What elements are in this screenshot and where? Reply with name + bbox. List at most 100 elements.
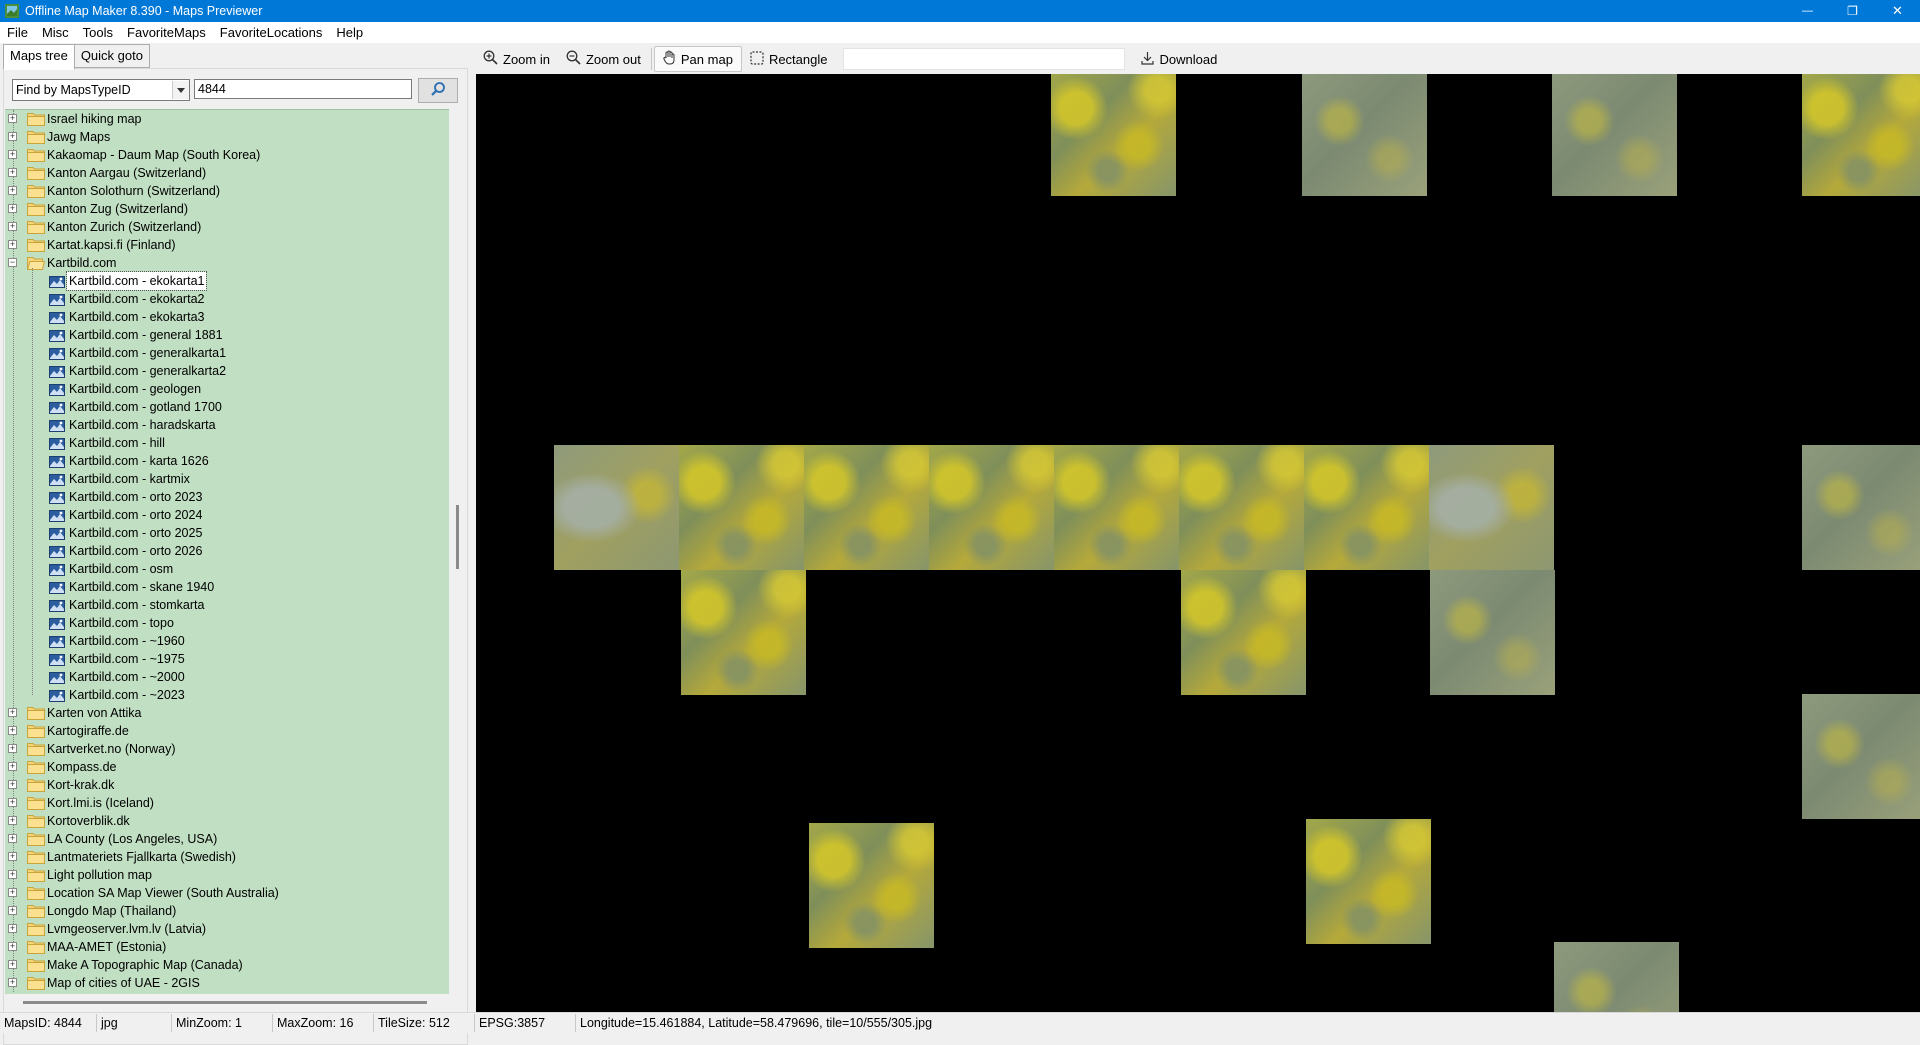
menu-favorite-locations[interactable]: FavoriteLocations (213, 22, 330, 43)
rectangle-button[interactable]: Rectangle (742, 46, 836, 72)
expand-icon[interactable]: + (8, 186, 17, 195)
download-button[interactable]: Download (1133, 46, 1225, 72)
tree-map-item[interactable]: Kartbild.com - topo (5, 614, 445, 632)
menu-file[interactable]: File (0, 22, 35, 43)
expand-icon[interactable]: + (8, 222, 17, 231)
scrollbar-thumb[interactable] (456, 505, 459, 569)
maps-tree[interactable]: + Israel hiking map + Jawg Maps + Kakaomap - … (5, 109, 449, 995)
expand-icon[interactable]: + (8, 942, 17, 951)
expand-icon[interactable]: + (8, 132, 17, 141)
expand-icon[interactable]: + (8, 906, 17, 915)
tree-map-item[interactable]: Kartbild.com - karta 1626 (5, 452, 445, 470)
tree-folder-item[interactable]: + Karten von Attika (5, 704, 445, 722)
tree-map-item[interactable]: Kartbild.com - kartmix (5, 470, 445, 488)
expand-icon[interactable]: + (8, 780, 17, 789)
tree-map-item[interactable]: Kartbild.com - ~1975 (5, 650, 445, 668)
tree-map-item[interactable]: Kartbild.com - orto 2026 (5, 542, 445, 560)
tree-folder-item[interactable]: + LA County (Los Angeles, USA) (5, 830, 445, 848)
expand-icon[interactable]: + (8, 960, 17, 969)
tree-folder-item[interactable]: + Jawg Maps (5, 128, 445, 146)
tree-map-item[interactable]: Kartbild.com - ~2023 (5, 686, 445, 704)
maximize-button[interactable]: ❐ (1830, 0, 1875, 22)
search-input[interactable] (194, 79, 412, 99)
expand-icon[interactable]: + (8, 834, 17, 843)
tree-folder-item[interactable]: + Longdo Map (Thailand) (5, 902, 445, 920)
expand-icon[interactable]: + (8, 240, 17, 249)
expand-icon[interactable]: + (8, 870, 17, 879)
expand-icon[interactable]: + (8, 798, 17, 807)
expand-icon[interactable]: + (8, 726, 17, 735)
tree-folder-item[interactable]: + MAA-AMET (Estonia) (5, 938, 445, 956)
toolbar-text-field[interactable] (843, 48, 1126, 70)
tree-folder-item[interactable]: + Make A Topographic Map (Canada) (5, 956, 445, 974)
search-button[interactable] (418, 78, 458, 103)
tree-folder-item[interactable]: + Kort-krak.dk (5, 776, 445, 794)
tree-folder-item[interactable]: + Kanton Aargau (Switzerland) (5, 164, 445, 182)
tree-folder-item[interactable]: + Map of cities of UAE - 2GIS (5, 974, 445, 992)
tree-map-item[interactable]: Kartbild.com - orto 2023 (5, 488, 445, 506)
tree-folder-item[interactable]: + Location SA Map Viewer (South Australia… (5, 884, 445, 902)
tree-folder-item[interactable]: + Light pollution map (5, 866, 445, 884)
tree-folder-item[interactable]: + Kort.lmi.is (Iceland) (5, 794, 445, 812)
tree-map-item[interactable]: Kartbild.com - generalkarta1 (5, 344, 445, 362)
tree-folder-item[interactable]: + Kartogiraffe.de (5, 722, 445, 740)
tree-vertical-scrollbar[interactable] (449, 109, 466, 994)
tree-map-item[interactable]: Kartbild.com - ekokarta2 (5, 290, 445, 308)
tree-map-item[interactable]: Kartbild.com - ~1960 (5, 632, 445, 650)
tree-folder-item[interactable]: − Kartbild.com (5, 254, 445, 272)
menu-help[interactable]: Help (329, 22, 370, 43)
tree-map-item[interactable]: Kartbild.com - orto 2025 (5, 524, 445, 542)
menu-favorite-maps[interactable]: FavoriteMaps (120, 22, 213, 43)
expand-icon[interactable]: + (8, 168, 17, 177)
close-button[interactable]: ✕ (1875, 0, 1920, 22)
expand-icon[interactable]: + (8, 744, 17, 753)
tree-map-item[interactable]: Kartbild.com - geologen (5, 380, 445, 398)
tree-map-item[interactable]: Kartbild.com - hill (5, 434, 445, 452)
tree-folder-item[interactable]: + Israel hiking map (5, 110, 445, 128)
tree-map-item[interactable]: Kartbild.com - orto 2024 (5, 506, 445, 524)
map-view[interactable] (476, 74, 1920, 1012)
tab-quick-goto[interactable]: Quick goto (73, 44, 150, 68)
tree-map-item[interactable]: Kartbild.com - ekokarta3 (5, 308, 445, 326)
tree-folder-item[interactable]: + Kartat.kapsi.fi (Finland) (5, 236, 445, 254)
tab-maps-tree[interactable]: Maps tree (3, 44, 75, 70)
zoom-out-button[interactable]: Zoom out (558, 46, 649, 72)
tree-folder-item[interactable]: + Kartverket.no (Norway) (5, 740, 445, 758)
tree-horizontal-scrollbar[interactable] (5, 994, 449, 1011)
tree-folder-item[interactable]: + Kortoverblik.dk (5, 812, 445, 830)
menu-misc[interactable]: Misc (35, 22, 76, 43)
expand-icon[interactable]: + (8, 204, 17, 213)
find-mode-select[interactable]: Find by MapsTypeID (12, 79, 190, 101)
tree-map-item[interactable]: Kartbild.com - haradskarta (5, 416, 445, 434)
tree-folder-item[interactable]: + Kanton Zug (Switzerland) (5, 200, 445, 218)
expand-icon[interactable]: + (8, 762, 17, 771)
tree-map-item[interactable]: Kartbild.com - generalkarta2 (5, 362, 445, 380)
collapse-icon[interactable]: − (8, 258, 17, 267)
scrollbar-thumb[interactable] (23, 1001, 427, 1004)
tree-folder-item[interactable]: + Kanton Solothurn (Switzerland) (5, 182, 445, 200)
expand-icon[interactable]: + (8, 852, 17, 861)
expand-icon[interactable]: + (8, 816, 17, 825)
expand-icon[interactable]: + (8, 150, 17, 159)
tree-map-item[interactable]: Kartbild.com - stomkarta (5, 596, 445, 614)
menu-tools[interactable]: Tools (76, 22, 120, 43)
tree-folder-item[interactable]: + Lantmateriets Fjallkarta (Swedish) (5, 848, 445, 866)
tree-map-item[interactable]: Kartbild.com - ~2000 (5, 668, 445, 686)
zoom-in-button[interactable]: Zoom in (475, 46, 558, 72)
tree-folder-item[interactable]: + Kompass.de (5, 758, 445, 776)
tree-folder-item[interactable]: + Kanton Zurich (Switzerland) (5, 218, 445, 236)
expand-icon[interactable]: + (8, 708, 17, 717)
expand-icon[interactable]: + (8, 978, 17, 987)
tree-folder-item[interactable]: + Kakaomap - Daum Map (South Korea) (5, 146, 445, 164)
minimize-button[interactable]: — (1785, 0, 1830, 22)
tree-map-item[interactable]: Kartbild.com - gotland 1700 (5, 398, 445, 416)
tree-map-item[interactable]: Kartbild.com - general 1881 (5, 326, 445, 344)
pan-map-button[interactable]: Pan map (653, 46, 742, 72)
tree-map-item[interactable]: Kartbild.com - osm (5, 560, 445, 578)
tree-folder-item[interactable]: + Lvmgeoserver.lvm.lv (Latvia) (5, 920, 445, 938)
expand-icon[interactable]: + (8, 924, 17, 933)
tree-map-item[interactable]: Kartbild.com - skane 1940 (5, 578, 445, 596)
expand-icon[interactable]: + (8, 888, 17, 897)
expand-icon[interactable]: + (8, 114, 17, 123)
tree-map-item[interactable]: Kartbild.com - ekokarta1 (5, 271, 445, 291)
